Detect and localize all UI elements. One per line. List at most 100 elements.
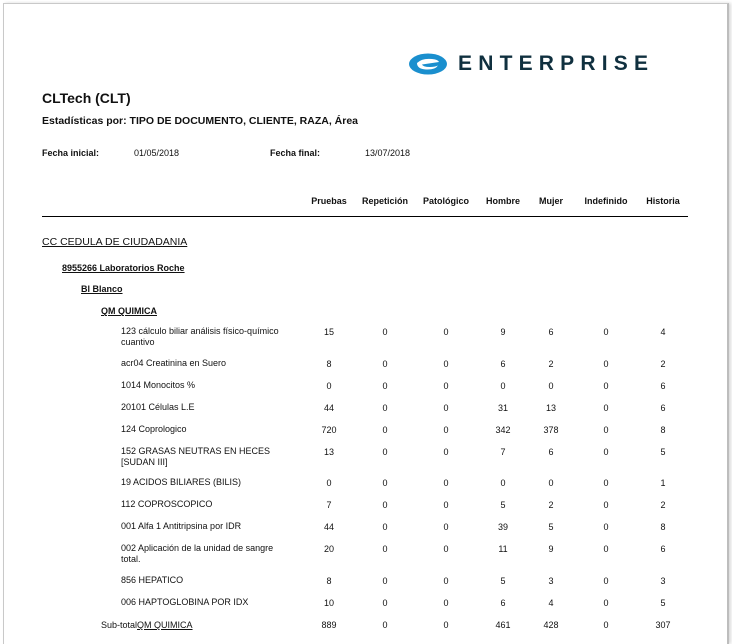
table-cell: 0 xyxy=(548,381,554,391)
table-cell: 0 xyxy=(443,381,449,391)
table-cell: 0 xyxy=(443,447,449,457)
column-header: Hombre xyxy=(485,196,521,206)
table-cell: 0 xyxy=(603,381,609,391)
table-cell: 6 xyxy=(660,544,666,554)
group-documento: CC CEDULA DE CIUDADANIA xyxy=(42,236,188,248)
row-name: 112 COPROSCOPICO xyxy=(121,499,213,509)
table-cell: 0 xyxy=(548,478,554,488)
enterprise-logo: ENTERPRISE xyxy=(408,50,654,78)
table-cell: 11 xyxy=(498,544,508,554)
table-cell: 5 xyxy=(660,447,666,457)
table-cell: 5 xyxy=(500,500,506,510)
subtotal-cell: 889 xyxy=(321,620,337,630)
table-cell: 7 xyxy=(500,447,506,457)
table-cell: 0 xyxy=(603,598,609,608)
table-cell: 6 xyxy=(500,359,506,369)
table-cell: 8 xyxy=(326,359,332,369)
table-cell: 13 xyxy=(323,447,335,457)
table-cell: 0 xyxy=(603,478,609,488)
fecha-final-label: Fecha final: xyxy=(270,148,321,158)
table-cell: 6 xyxy=(548,447,554,457)
subtotal-cell: 461 xyxy=(495,620,511,630)
subtotal-cell: 0 xyxy=(443,620,449,630)
row-name: 856 HEPATICO xyxy=(121,575,184,585)
row-name: 1014 Monocitos % xyxy=(121,380,196,390)
row-name: acr04 Creatinina en Suero xyxy=(121,358,227,368)
table-cell: 720 xyxy=(321,425,337,435)
table-cell: 0 xyxy=(382,359,388,369)
table-cell: 0 xyxy=(603,500,609,510)
table-cell: 0 xyxy=(443,359,449,369)
table-cell: 15 xyxy=(323,327,335,337)
subtotal-cell: 307 xyxy=(655,620,671,630)
table-cell: 2 xyxy=(548,500,554,510)
table-cell: 0 xyxy=(382,500,388,510)
table-cell: 0 xyxy=(443,403,449,413)
table-cell: 44 xyxy=(323,403,335,413)
table-cell: 8 xyxy=(660,425,666,435)
table-cell: 378 xyxy=(543,425,559,435)
column-header: Indefinido xyxy=(584,196,628,206)
table-cell: 0 xyxy=(326,478,332,488)
column-header: Patológico xyxy=(422,196,470,206)
table-cell: 0 xyxy=(382,381,388,391)
table-cell: 6 xyxy=(660,403,666,413)
table-cell: 0 xyxy=(443,327,449,337)
subtotal-area: QM QUIMICA xyxy=(137,620,193,630)
fecha-inicial-value: 01/05/2018 xyxy=(134,148,180,158)
table-cell: 44 xyxy=(323,522,335,532)
row-name: 20101 Células L.E xyxy=(121,402,195,412)
table-cell: 0 xyxy=(382,327,388,337)
table-cell: 0 xyxy=(603,359,609,369)
header-rule xyxy=(42,216,688,217)
table-cell: 0 xyxy=(443,500,449,510)
table-cell: 6 xyxy=(500,598,506,608)
row-name: 001 Alfa 1 Antitripsina por IDR xyxy=(121,521,242,531)
table-cell: 3 xyxy=(660,576,666,586)
table-cell: 0 xyxy=(443,425,449,435)
logo-wordmark: ENTERPRISE xyxy=(458,52,655,75)
table-cell: 10 xyxy=(323,598,335,608)
fecha-final-value: 13/07/2018 xyxy=(365,148,411,158)
subtotal-cell: 428 xyxy=(543,620,559,630)
table-cell: 1 xyxy=(660,478,666,488)
table-cell: 0 xyxy=(603,544,609,554)
table-cell: 3 xyxy=(548,576,554,586)
group-cliente: 8955266 Laboratorios Roche xyxy=(62,263,185,273)
table-cell: 0 xyxy=(603,522,609,532)
table-cell: 0 xyxy=(443,576,449,586)
table-cell: 6 xyxy=(548,327,554,337)
table-cell: 0 xyxy=(603,403,609,413)
table-cell: 0 xyxy=(382,544,388,554)
table-cell: 0 xyxy=(443,598,449,608)
table-cell: 8 xyxy=(326,576,332,586)
row-name: 006 HAPTOGLOBINA POR IDX xyxy=(121,597,249,607)
table-cell: 13 xyxy=(545,403,557,413)
group-area: QM QUIMICA xyxy=(101,306,157,316)
table-cell: 0 xyxy=(382,447,388,457)
table-cell: 2 xyxy=(660,500,666,510)
subtotal-prefix: Sub-total xyxy=(101,620,138,630)
column-header: Historia xyxy=(646,196,680,206)
table-cell: 0 xyxy=(500,381,506,391)
table-cell: 0 xyxy=(443,478,449,488)
enterprise-logo-icon xyxy=(409,53,447,75)
table-cell: 5 xyxy=(548,522,554,532)
column-header: Pruebas xyxy=(311,196,347,206)
column-header: Repetición xyxy=(361,196,409,206)
table-cell: 0 xyxy=(382,576,388,586)
table-cell: 7 xyxy=(326,500,332,510)
table-cell: 2 xyxy=(548,359,554,369)
table-cell: 0 xyxy=(326,381,332,391)
subtotal-cell: 0 xyxy=(382,620,388,630)
table-cell: 0 xyxy=(603,425,609,435)
subtotal-cell: 0 xyxy=(603,620,609,630)
report-subtitle: Estadísticas por: TIPO DE DOCUMENTO, CLI… xyxy=(42,115,359,127)
table-cell: 0 xyxy=(443,544,449,554)
table-cell: 0 xyxy=(382,403,388,413)
row-name: 123 cálculo biliar análisis físico-quími… xyxy=(121,326,279,347)
table-cell: 20 xyxy=(323,544,335,554)
row-name: 002 Aplicación de la unidad de sangre to… xyxy=(121,543,274,564)
table-cell: 0 xyxy=(603,447,609,457)
table-cell: 5 xyxy=(500,576,506,586)
